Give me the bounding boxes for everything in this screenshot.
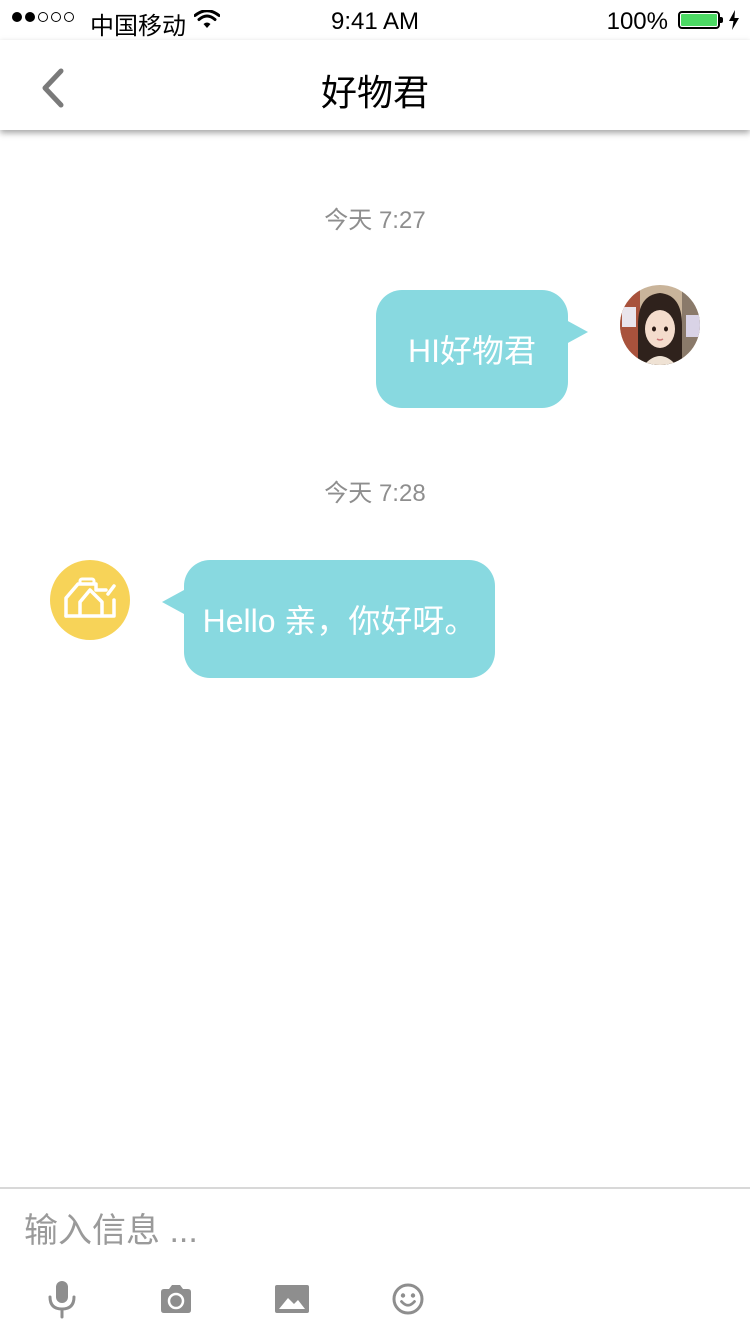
battery-fill	[681, 14, 717, 26]
status-bar: 中国移动 9:41 AM 100%	[0, 0, 750, 40]
outgoing-message-bubble[interactable]: HI好物君	[376, 290, 588, 408]
battery-cap	[720, 17, 723, 23]
microphone-icon	[46, 1279, 78, 1324]
battery-icon	[678, 11, 723, 29]
message-text: Hello 亲，你好呀。	[202, 603, 477, 639]
message-input[interactable]	[24, 1205, 724, 1257]
navigation-bar: 好物君	[0, 40, 750, 130]
voice-button[interactable]	[42, 1279, 82, 1324]
emoji-button[interactable]	[388, 1281, 428, 1321]
image-button[interactable]	[272, 1281, 312, 1321]
emoji-icon	[392, 1283, 424, 1320]
battery-percent: 100%	[606, 8, 668, 35]
image-icon	[274, 1284, 310, 1319]
house-logo-icon	[62, 576, 118, 625]
message-timestamp: 今天 7:28	[324, 480, 426, 507]
message-text: HI好物君	[407, 333, 536, 369]
camera-button[interactable]	[156, 1281, 196, 1321]
chat-area[interactable]: 今天 7:27 HI好物君 今天 7:28 Hello 亲，你好呀。	[0, 130, 750, 1187]
input-bar	[0, 1187, 750, 1334]
incoming-message-bubble[interactable]: Hello 亲，你好呀。	[162, 560, 495, 678]
bot-avatar[interactable]	[50, 560, 130, 640]
message-timestamp: 今天 7:27	[324, 207, 426, 234]
charging-bolt-icon	[728, 9, 740, 37]
user-avatar[interactable]	[620, 285, 700, 365]
page-title: 好物君	[320, 72, 429, 113]
camera-icon	[159, 1284, 193, 1319]
